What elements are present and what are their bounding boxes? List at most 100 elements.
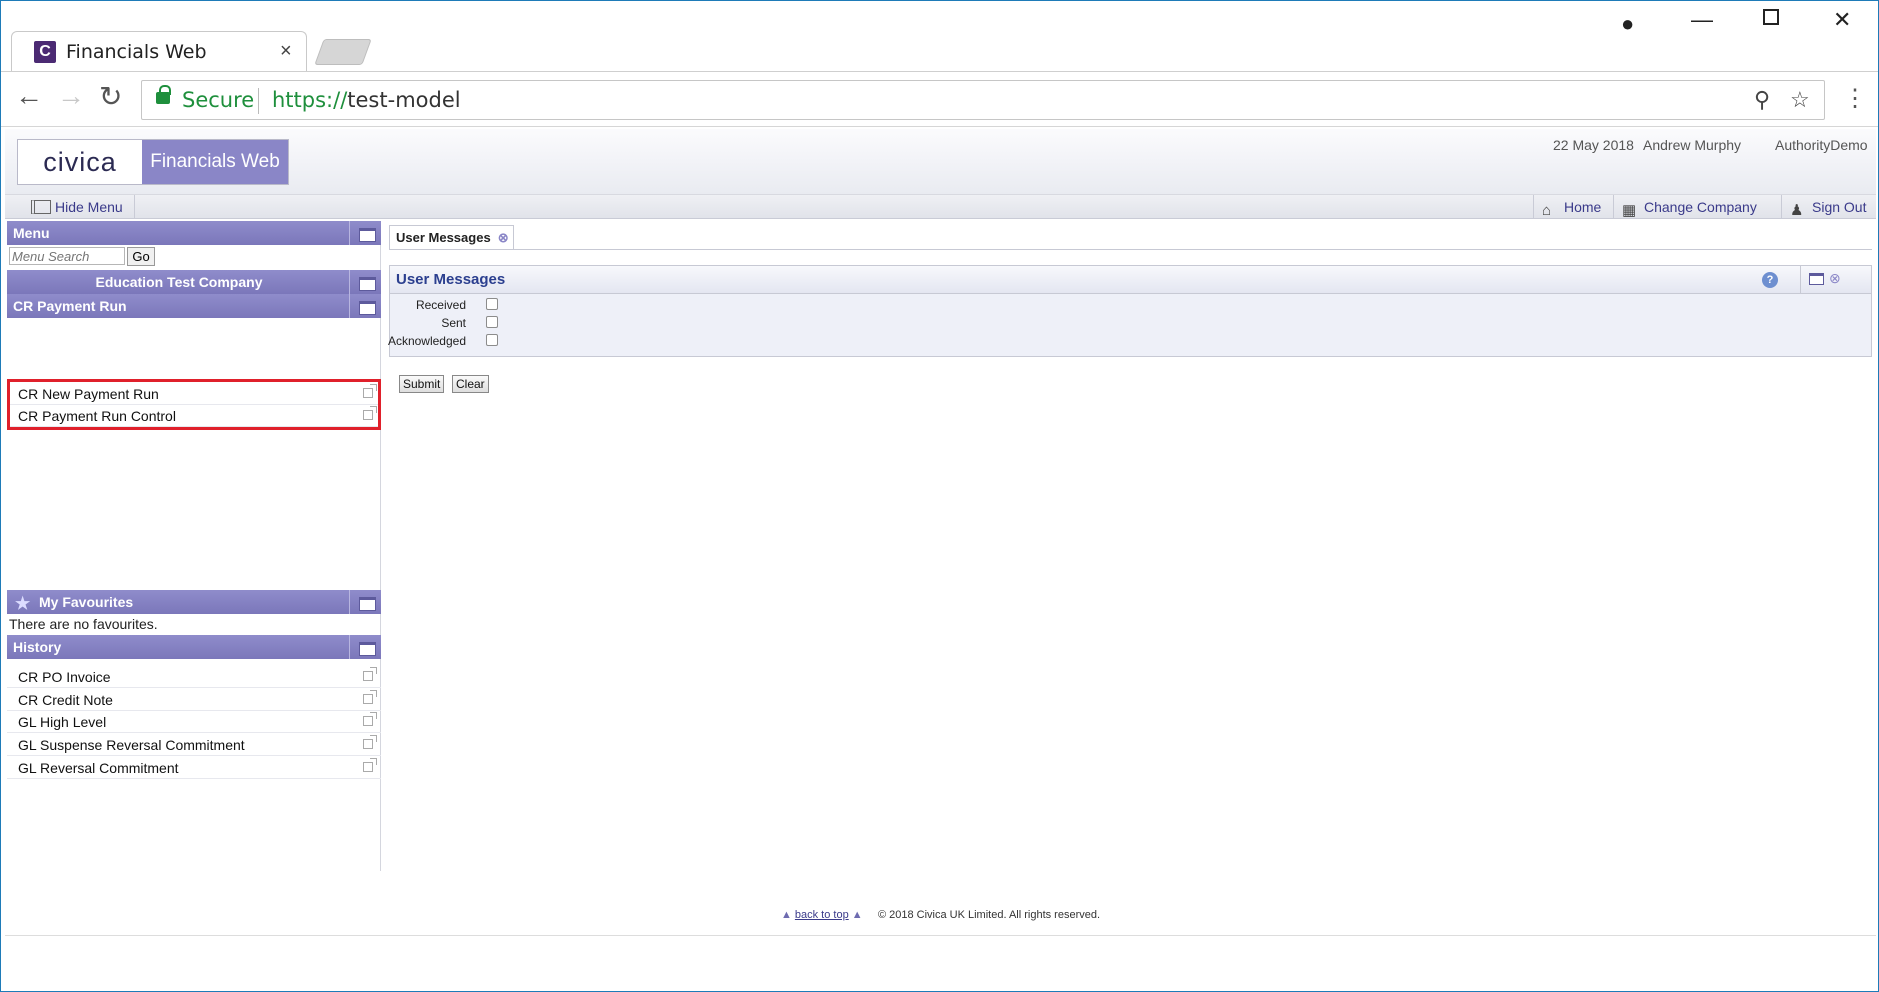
title-bar: C Financials Web × ● — ✕ <box>1 1 1878 73</box>
clear-button[interactable]: Clear <box>452 375 489 393</box>
history-item-label: CR Credit Note <box>18 692 113 708</box>
omnibox-separator <box>258 88 259 114</box>
url-text: https://test-model <box>272 88 461 112</box>
zoom-icon[interactable]: ⚲ <box>1754 87 1770 113</box>
history-item[interactable]: GL Reversal Commitment <box>7 757 381 779</box>
header-authority: AuthorityDemo <box>1775 137 1868 153</box>
open-new-window-icon[interactable] <box>363 712 377 726</box>
bookmark-star-icon[interactable]: ☆ <box>1790 87 1810 113</box>
favourites-panel-header: ★ My Favourites <box>7 590 381 614</box>
hide-menu-label: Hide Menu <box>55 199 123 215</box>
tab-underline <box>389 249 1872 250</box>
lock-icon <box>156 85 171 104</box>
address-bar[interactable]: Secure https://test-model ⚲ ☆ <box>141 80 1825 120</box>
help-icon[interactable]: ? <box>1762 272 1778 288</box>
browser-menu-icon[interactable]: ⋮ <box>1843 84 1867 113</box>
company-panel-toggle-icon[interactable] <box>349 270 381 294</box>
tab-title: Financials Web <box>66 41 207 63</box>
company-name: Education Test Company <box>95 274 263 290</box>
close-tab-icon[interactable]: ⊗ <box>498 226 509 250</box>
sign-out-link[interactable]: ♟ Sign Out <box>1781 195 1866 219</box>
open-new-window-icon[interactable] <box>363 690 377 704</box>
company-panel-header: Education Test Company <box>7 270 381 294</box>
reload-icon[interactable]: ↻ <box>99 80 122 113</box>
close-tab-icon[interactable]: × <box>280 40 292 63</box>
hide-menu-button[interactable]: Hide Menu <box>17 195 135 219</box>
menu-panel-header: Menu <box>7 221 381 245</box>
app-logo[interactable]: civica Financials Web <box>17 139 289 185</box>
menu-search-input[interactable] <box>9 247 125 265</box>
maximize-icon[interactable] <box>1763 9 1779 25</box>
sign-out-icon: ♟ <box>1790 202 1804 219</box>
history-item[interactable]: CR Credit Note <box>7 689 381 711</box>
profile-icon[interactable]: ● <box>1621 11 1634 37</box>
open-new-window-icon[interactable] <box>363 758 377 772</box>
favourites-title: My Favourites <box>39 594 134 610</box>
header-date: 22 May 2018 <box>1553 137 1634 153</box>
new-tab-button[interactable] <box>314 39 372 65</box>
acknowledged-label: Acknowledged <box>387 334 466 348</box>
submit-button[interactable]: Submit <box>399 375 445 393</box>
footer-divider <box>5 935 1876 936</box>
acknowledged-checkbox[interactable] <box>486 334 498 346</box>
history-item[interactable]: GL Suspense Reversal Commitment <box>7 734 381 756</box>
back-to-top-link[interactable]: back to top <box>795 909 849 921</box>
home-label: Home <box>1564 199 1602 215</box>
home-link[interactable]: ⌂ Home <box>1533 195 1601 219</box>
close-window-icon[interactable]: ✕ <box>1833 7 1851 33</box>
copyright-text: © 2018 Civica UK Limited. All rights res… <box>877 909 1101 921</box>
tab-user-messages[interactable]: User Messages ⊗ <box>389 225 514 249</box>
building-icon: ▦ <box>1622 202 1637 219</box>
footer: ▲ back to top ▲ © 2018 Civica UK Limited… <box>5 909 1876 921</box>
menu-panel-toggle-icon[interactable] <box>349 221 381 245</box>
sent-checkbox[interactable] <box>486 316 498 328</box>
app-header: civica Financials Web 22 May 2018 Andrew… <box>5 129 1876 195</box>
received-checkbox[interactable] <box>486 298 498 310</box>
panel-title: User Messages <box>396 271 506 288</box>
main-content: User Messages ⊗ User Messages ? ⊗ Receiv… <box>387 221 1872 871</box>
panel-close-icon[interactable]: ⊗ <box>1829 270 1841 287</box>
browser-tab[interactable]: C Financials Web × <box>11 31 307 73</box>
favourites-empty-message: There are no favourites. <box>9 616 158 632</box>
url-host: test-model <box>347 88 461 112</box>
app-menubar: Hide Menu ⌂ Home ▦ Change Company ♟ Sign… <box>5 195 1876 219</box>
back-arrow-icon[interactable]: ← <box>15 80 43 112</box>
panel-window-icon[interactable] <box>1809 273 1824 285</box>
history-panel-header: History <box>7 635 381 659</box>
secure-label: Secure <box>182 88 255 112</box>
open-new-window-icon[interactable] <box>363 735 377 749</box>
menu-search-go-button[interactable]: Go <box>127 247 155 266</box>
open-new-window-icon[interactable] <box>363 667 377 681</box>
favourites-panel-toggle-icon[interactable] <box>349 590 381 614</box>
header-user: Andrew Murphy <box>1643 137 1742 153</box>
browser-toolbar: ← → ↻ Secure https://test-model ⚲ ☆ ⋮ <box>1 71 1878 127</box>
civica-logo-text: civica <box>43 147 117 177</box>
url-scheme: https:// <box>272 88 348 112</box>
menu-title: Menu <box>13 225 50 241</box>
browser-window: C Financials Web × ● — ✕ ← → ↻ Secure ht… <box>0 0 1879 992</box>
history-panel-toggle-icon[interactable] <box>349 635 381 659</box>
history-item[interactable]: CR PO Invoice <box>7 666 381 688</box>
section-panel-header: CR Payment Run <box>7 294 381 318</box>
forward-arrow-icon[interactable]: → <box>57 80 85 112</box>
history-item-label: GL High Level <box>18 714 107 730</box>
app-page: civica Financials Web 22 May 2018 Andrew… <box>5 129 1876 936</box>
section-panel-toggle-icon[interactable] <box>349 294 381 318</box>
product-name: Financials Web <box>142 140 288 184</box>
sent-label: Sent <box>441 316 466 330</box>
minimize-icon[interactable]: — <box>1691 7 1713 33</box>
change-company-label: Change Company <box>1644 199 1757 215</box>
change-company-link[interactable]: ▦ Change Company <box>1613 195 1757 219</box>
history-title: History <box>13 639 62 655</box>
history-item-label: GL Reversal Commitment <box>18 760 179 776</box>
section-title: CR Payment Run <box>13 298 127 314</box>
tab-label: User Messages <box>396 230 491 245</box>
history-item-label: CR PO Invoice <box>18 669 111 685</box>
star-icon: ★ <box>15 594 31 613</box>
sidebar: Menu Go Education Test Company CR Paymen… <box>7 221 381 871</box>
favicon-icon: C <box>34 41 56 63</box>
user-messages-panel: User Messages ? ⊗ Received Sent Acknowle… <box>387 265 1872 357</box>
history-item[interactable]: GL High Level <box>7 711 381 733</box>
highlight-annotation-box <box>7 379 381 430</box>
received-label: Received <box>415 298 466 312</box>
